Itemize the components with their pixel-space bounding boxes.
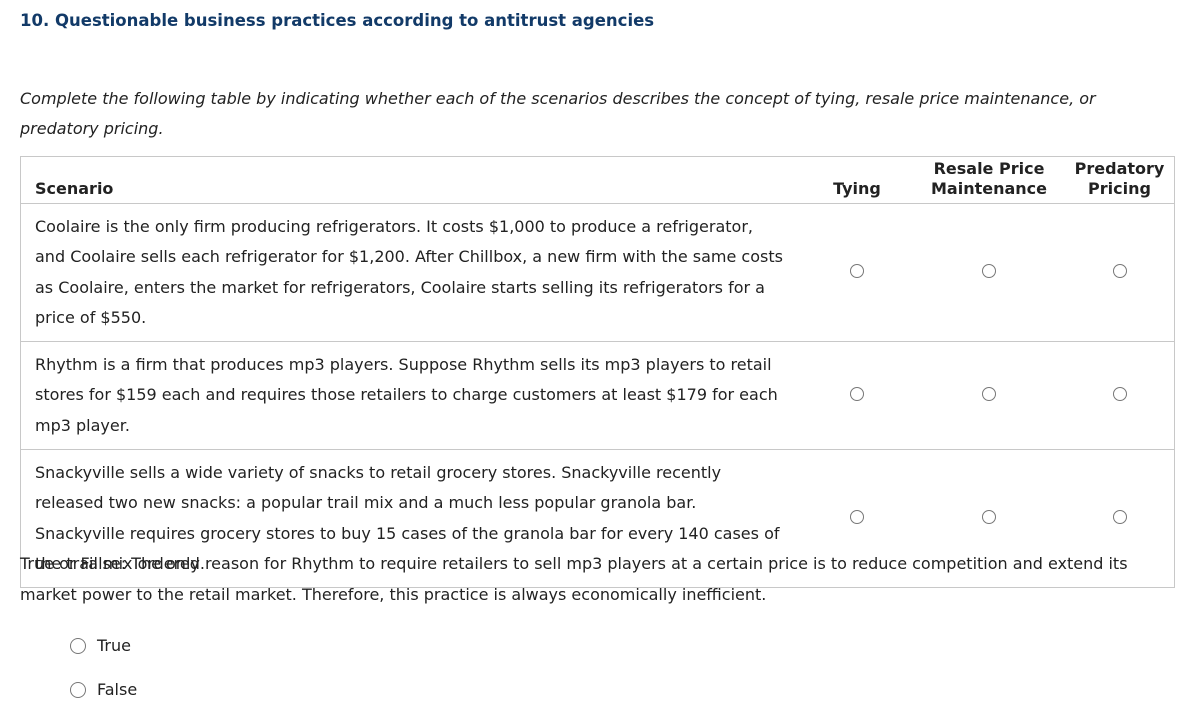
radio-tying-row3[interactable]: [850, 510, 864, 525]
radio-true[interactable]: [70, 637, 86, 654]
radio-false[interactable]: [70, 681, 86, 698]
radio-predatory-row3[interactable]: [1112, 510, 1127, 525]
option-false-label: False: [97, 680, 138, 699]
radio-resale-row2[interactable]: [982, 387, 996, 402]
radio-resale-row1[interactable]: [982, 264, 996, 279]
scenario-table: Scenario Tying Resale Price Maintenance …: [20, 156, 1175, 589]
header-predatory-pricing: Predatory Pricing: [1065, 156, 1175, 204]
question-title: 10. Questionable business practices acco…: [20, 11, 655, 30]
header-resale-line2: Maintenance: [930, 179, 1047, 198]
radio-resale-row3[interactable]: [982, 510, 996, 525]
table-row: Rhythm is a firm that produces mp3 playe…: [20, 341, 1175, 451]
table-row: Coolaire is the only firm producing refr…: [20, 203, 1175, 343]
header-scenario: Scenario: [20, 156, 801, 204]
radio-tying-row1[interactable]: [850, 264, 864, 279]
radio-predatory-row2[interactable]: [1112, 387, 1127, 402]
instructions: Complete the following table by indicati…: [20, 89, 1096, 138]
header-predatory-line1: Predatory: [1074, 159, 1165, 178]
header-resale-price-maintenance: Resale Price Maintenance: [913, 156, 1065, 204]
header-predatory-line2: Pricing: [1088, 179, 1151, 198]
option-true[interactable]: True: [70, 636, 131, 655]
header-resale-line1: Resale Price: [933, 159, 1045, 178]
option-true-label: True: [97, 636, 131, 655]
radio-predatory-row1[interactable]: [1112, 264, 1127, 279]
header-tying: Tying: [801, 156, 913, 204]
scenario-text: Coolaire is the only firm producing refr…: [20, 203, 801, 343]
option-false[interactable]: False: [70, 680, 137, 699]
true-false-prompt: True or False: The only reason for Rhyth…: [20, 554, 1128, 604]
scenario-text: Rhythm is a firm that produces mp3 playe…: [20, 341, 801, 451]
radio-tying-row2[interactable]: [850, 387, 864, 402]
table-header-row: Scenario Tying Resale Price Maintenance …: [20, 156, 1175, 204]
